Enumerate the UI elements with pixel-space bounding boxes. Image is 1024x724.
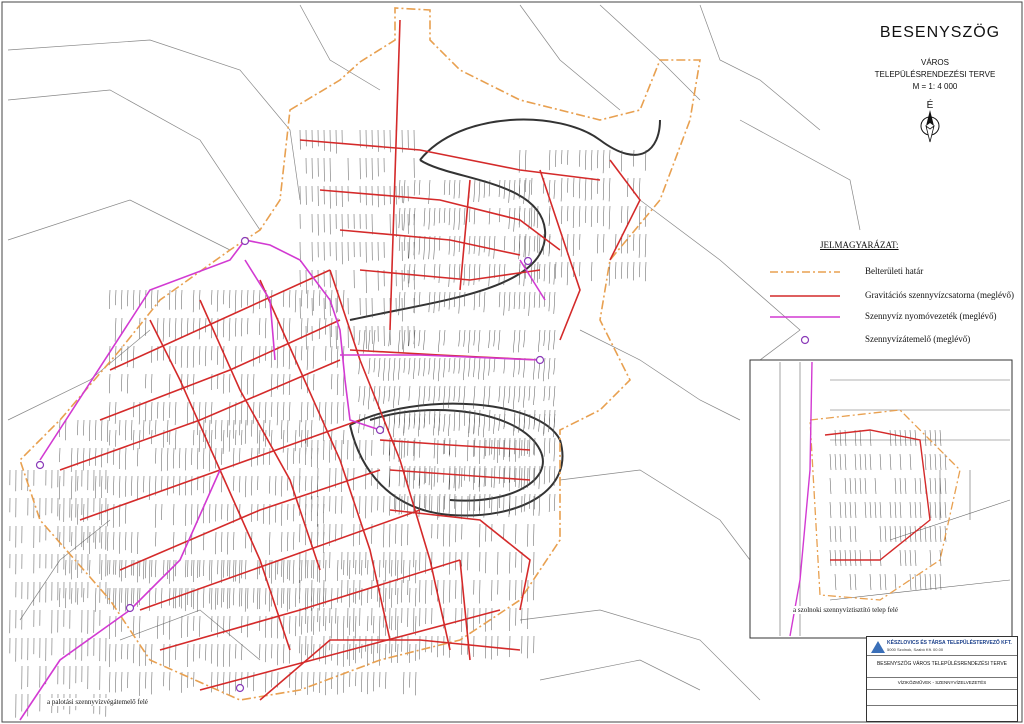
project-name: BESENYSZÖG VÁROS TELEPÜLÉSRENDEZÉSI TERV… bbox=[867, 655, 1017, 672]
legend-title: JELMAGYARÁZAT: bbox=[820, 240, 899, 250]
map-scale: M = 1: 4 000 bbox=[912, 82, 958, 91]
map-subtitle-city: VÁROS bbox=[920, 58, 949, 67]
outer-parcels bbox=[7, 4, 861, 701]
legend-label: Szennyvíz nyomóvezeték (meglévő) bbox=[865, 311, 997, 321]
river-channel bbox=[349, 118, 661, 517]
company-logo-icon bbox=[871, 640, 885, 653]
inset-map bbox=[749, 359, 1013, 639]
legend-label: Belterületi határ bbox=[865, 266, 924, 276]
company-name: KÉSZLOVICS ÉS TÁRSA TELEPÜLÉSTERVEZŐ KFT… bbox=[887, 640, 1012, 646]
legend-item-pressure-main: Szennyvíz nyomóvezeték (meglévő) bbox=[770, 311, 1020, 323]
sheet-name: VÍZIKÖZMŰVEK - SZENNYVÍZELVEZETÉS bbox=[867, 677, 1017, 688]
legend-item-pumping-station: Szennyvízátemelő (meglévő) bbox=[770, 334, 1020, 346]
north-arrow-icon bbox=[920, 110, 940, 143]
north-label: É bbox=[926, 100, 934, 111]
title-block: KÉSZLOVICS ÉS TÁRSA TELEPÜLÉSTERVEZŐ KFT… bbox=[866, 636, 1018, 722]
legend-label: Szennyvízátemelő (meglévő) bbox=[865, 334, 971, 344]
legend-samples bbox=[770, 271, 840, 345]
note-szolnok: a szolnoki szennyvíztisztító telep felé bbox=[792, 606, 899, 614]
map-title: BESENYSZÖG bbox=[879, 24, 1001, 41]
approval-row bbox=[867, 689, 1017, 704]
town-plan-map bbox=[1, 1, 1023, 723]
company-address: 5000 Szolnok, Szabó Kft. 00.00 bbox=[887, 647, 944, 652]
parcel-fabric bbox=[9, 129, 647, 718]
legend-item-gravity-sewer: Gravitációs szennyvízcsatorna (meglévő) bbox=[770, 290, 1020, 302]
pumping-stations bbox=[35, 236, 795, 693]
map-subtitle-plan: TELEPÜLÉSRENDEZÉSI TERVE bbox=[874, 70, 996, 79]
legend-item-boundary: Belterületi határ bbox=[770, 266, 1020, 278]
map-sheet: BESENYSZÖG VÁROS TELEPÜLÉSRENDEZÉSI TERV… bbox=[0, 0, 1024, 724]
legend-label: Gravitációs szennyvízcsatorna (meglévő) bbox=[865, 290, 1014, 300]
signature-row bbox=[867, 705, 1017, 720]
pressure-main-network bbox=[19, 239, 546, 721]
note-palotas: a palotási szennyvízvégátemelő felé bbox=[46, 698, 149, 706]
